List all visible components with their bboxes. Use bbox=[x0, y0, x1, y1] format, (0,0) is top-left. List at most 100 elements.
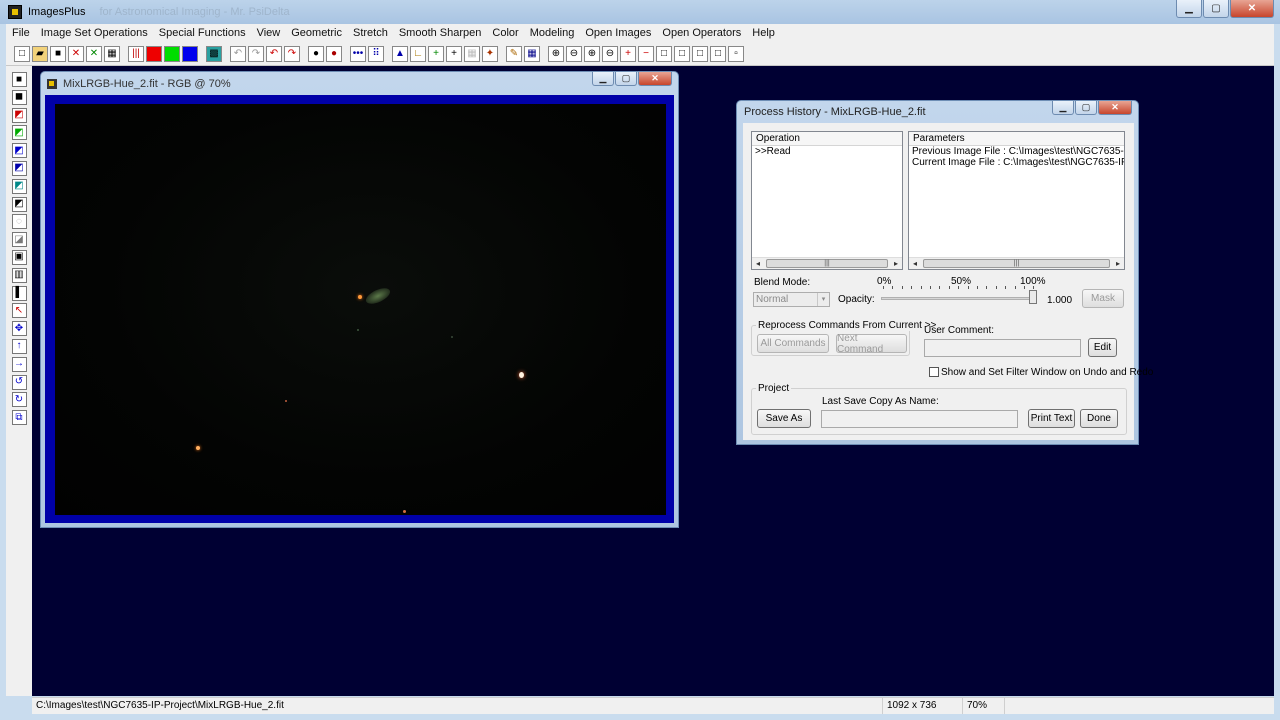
crosshair-icon[interactable]: + bbox=[446, 45, 462, 62]
image-close-button[interactable]: ✕ bbox=[638, 72, 672, 86]
astro-image[interactable] bbox=[55, 104, 666, 515]
frame-icon[interactable]: □ bbox=[674, 45, 690, 62]
menu-stretch[interactable]: Stretch bbox=[353, 27, 388, 39]
zoom-fit-icon[interactable]: ⊕ bbox=[584, 45, 600, 62]
layers-blue-icon[interactable]: ◩ bbox=[11, 160, 27, 176]
arrow-up-icon[interactable]: ↑ bbox=[11, 338, 27, 354]
rotate-right-icon[interactable]: ↻ bbox=[11, 392, 27, 408]
scroll-left-icon[interactable]: ◂ bbox=[752, 259, 764, 268]
undo-all-icon[interactable]: ↶ bbox=[266, 45, 282, 62]
select-icon[interactable]: ▣ bbox=[11, 249, 27, 265]
scroll-thumb[interactable]: ||| bbox=[766, 259, 888, 268]
minimize-button[interactable]: ▁ bbox=[1176, 0, 1202, 18]
dialog-maximize-button[interactable]: ▢ bbox=[1075, 101, 1097, 115]
frame-tiny-icon[interactable]: ▫ bbox=[728, 45, 744, 62]
operation-row[interactable]: >>Read bbox=[752, 146, 902, 157]
zoom-minus-red-icon[interactable]: − bbox=[638, 45, 654, 62]
menu-open-images[interactable]: Open Images bbox=[585, 27, 651, 39]
rotate-left-icon[interactable]: ↺ bbox=[11, 374, 27, 390]
dialog-close-button[interactable]: ✕ bbox=[1098, 101, 1132, 115]
mask-icon[interactable]: ● bbox=[308, 45, 324, 62]
layers-icon[interactable]: ◩ bbox=[11, 196, 27, 212]
menu-geometric[interactable]: Geometric bbox=[291, 27, 342, 39]
redo-all-icon[interactable]: ↷ bbox=[284, 45, 300, 62]
scroll-right-icon[interactable]: ▸ bbox=[1112, 259, 1124, 268]
zoom-reset-icon[interactable]: ⊖ bbox=[602, 45, 618, 62]
mask-button[interactable]: Mask bbox=[1082, 289, 1124, 308]
open-icon[interactable]: ▰ bbox=[32, 45, 48, 62]
save-tool-icon[interactable]: ■ bbox=[11, 72, 27, 87]
process-history-dialog[interactable]: Process History - MixLRGB-Hue_2.fit ▁ ▢ … bbox=[736, 100, 1153, 445]
operation-list[interactable]: Operation >>Read ◂ ||| ▸ bbox=[751, 131, 903, 270]
operation-header[interactable]: Operation bbox=[752, 132, 902, 146]
cursor-icon[interactable]: ↖ bbox=[11, 303, 27, 319]
tree-icon[interactable]: ⠿ bbox=[368, 45, 384, 62]
menu-file[interactable]: File bbox=[12, 27, 30, 39]
operation-hscroll[interactable]: ◂ ||| ▸ bbox=[752, 257, 902, 269]
frame-large-icon[interactable]: □ bbox=[656, 45, 672, 62]
scroll-right-icon[interactable]: ▸ bbox=[890, 259, 902, 268]
dialog-minimize-button[interactable]: ▁ bbox=[1052, 101, 1074, 115]
blend-mode-select[interactable]: Normal ▾ bbox=[753, 292, 830, 307]
redo-icon[interactable]: ↷ bbox=[248, 45, 264, 62]
menu-special-functions[interactable]: Special Functions bbox=[159, 27, 246, 39]
menu-open-operators[interactable]: Open Operators bbox=[662, 27, 741, 39]
new-icon[interactable]: □ bbox=[14, 45, 30, 62]
black-point-icon[interactable]: ◼ bbox=[11, 89, 27, 105]
frame-small-icon[interactable]: □ bbox=[710, 45, 726, 62]
lasso-icon[interactable]: ◌ bbox=[11, 214, 27, 230]
arrow-right-icon[interactable]: → bbox=[11, 356, 27, 372]
blue-tool-icon[interactable]: ◩ bbox=[11, 143, 27, 159]
bars-icon[interactable]: ▥ bbox=[11, 267, 27, 283]
blue-channel-icon[interactable] bbox=[182, 45, 198, 62]
menu-smooth-sharpen[interactable]: Smooth Sharpen bbox=[399, 27, 482, 39]
levels-icon[interactable]: ∟ bbox=[410, 45, 426, 62]
image-window-titlebar[interactable]: MixLRGB-Hue_2.fit - RGB @ 70% bbox=[47, 76, 231, 92]
opacity-slider-thumb[interactable] bbox=[1029, 290, 1037, 304]
mask-red-icon[interactable]: ● bbox=[326, 45, 342, 62]
palette-icon[interactable]: ✦ bbox=[482, 45, 498, 62]
half-icon[interactable]: ▌ bbox=[11, 285, 27, 301]
undo-icon[interactable]: ↶ bbox=[230, 45, 246, 62]
image-minimize-button[interactable]: ▁ bbox=[592, 72, 614, 86]
show-filter-label[interactable]: Show and Set Filter Window on Undo and R… bbox=[941, 367, 1153, 378]
rgb-channels-icon[interactable]: ||| bbox=[128, 45, 144, 62]
menu-help[interactable]: Help bbox=[752, 27, 775, 39]
chart-icon[interactable]: ▲ bbox=[392, 45, 408, 62]
user-comment-field[interactable] bbox=[924, 339, 1081, 357]
green-tool-icon[interactable]: ◩ bbox=[11, 125, 27, 141]
parameter-row[interactable]: Current Image File : C:\Images\test\NGC7… bbox=[909, 157, 1124, 168]
crosshair-green-icon[interactable]: + bbox=[428, 45, 444, 62]
layers-teal-icon[interactable]: ◩ bbox=[11, 178, 27, 194]
show-filter-checkbox[interactable] bbox=[929, 367, 939, 377]
grid-icon[interactable]: ▦ bbox=[464, 45, 480, 62]
image-maximize-button[interactable]: ▢ bbox=[615, 72, 637, 86]
close-green-icon[interactable]: ✕ bbox=[86, 45, 102, 62]
zoom-plus-red-icon[interactable]: + bbox=[620, 45, 636, 62]
parameters-list[interactable]: Parameters Previous Image File : C:\Imag… bbox=[908, 131, 1125, 270]
menu-color[interactable]: Color bbox=[492, 27, 518, 39]
image-window[interactable]: MixLRGB-Hue_2.fit - RGB @ 70% ▁ ▢ ✕ bbox=[40, 71, 679, 528]
green-channel-icon[interactable] bbox=[164, 45, 180, 62]
menu-image-set-operations[interactable]: Image Set Operations bbox=[41, 27, 148, 39]
red-tool-icon[interactable]: ◩ bbox=[11, 107, 27, 123]
dots-icon[interactable]: ••• bbox=[350, 45, 366, 62]
zoom-in-icon[interactable]: ⊕ bbox=[548, 45, 564, 62]
print-text-button[interactable]: Print Text bbox=[1028, 409, 1075, 428]
move-icon[interactable]: ✥ bbox=[11, 321, 27, 337]
parameter-row[interactable]: Previous Image File : C:\Images\test\NGC… bbox=[909, 146, 1124, 157]
menu-view[interactable]: View bbox=[257, 27, 281, 39]
pencil-icon[interactable]: ✎ bbox=[506, 45, 522, 62]
menu-modeling[interactable]: Modeling bbox=[530, 27, 575, 39]
opacity-slider-track[interactable] bbox=[881, 297, 1034, 300]
maximize-button[interactable]: ▢ bbox=[1203, 0, 1229, 18]
calculator-icon[interactable]: ▦ bbox=[524, 45, 540, 62]
red-channel-icon[interactable] bbox=[146, 45, 162, 62]
close-button[interactable]: ✕ bbox=[1230, 0, 1274, 18]
gradient-icon[interactable]: ◪ bbox=[11, 232, 27, 248]
edit-button[interactable]: Edit bbox=[1088, 338, 1117, 357]
copy-icon[interactable]: ⧉ bbox=[11, 410, 27, 426]
scroll-thumb[interactable]: ||| bbox=[923, 259, 1110, 268]
scroll-left-icon[interactable]: ◂ bbox=[909, 259, 921, 268]
all-commands-button[interactable]: All Commands bbox=[757, 334, 829, 353]
